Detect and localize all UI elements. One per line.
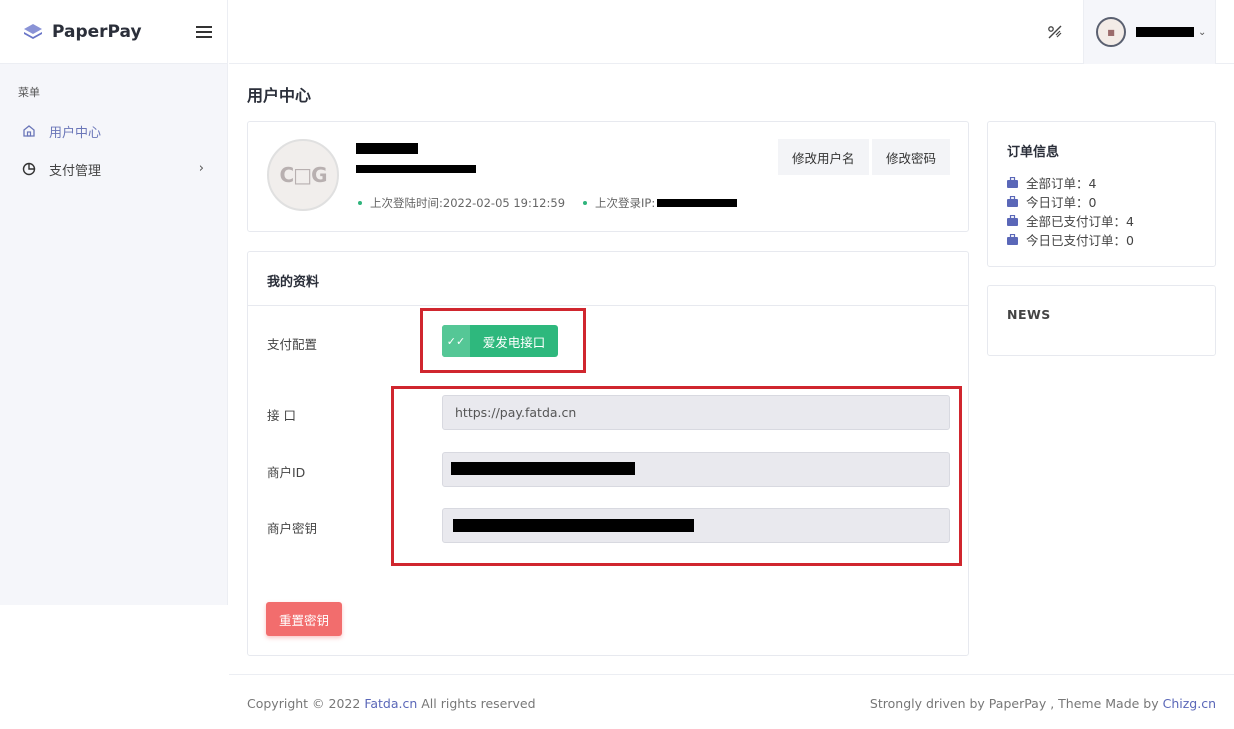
topbar: ■ ⌄: [229, 0, 1234, 64]
user-menu[interactable]: ■ ⌄: [1083, 0, 1216, 64]
sidebar-item-user-center[interactable]: 用户中心: [0, 116, 228, 146]
order-line: 全部已支付订单：4: [1007, 211, 1134, 230]
order-line-text: 今日已支付订单：0: [1026, 233, 1134, 248]
pie-chart-icon: [22, 162, 36, 176]
order-line: 全部订单：4: [1007, 173, 1096, 192]
merchant-id-label: 商户ID: [267, 465, 306, 480]
highlight-box-payment: [420, 308, 586, 373]
sidebar-item-label: 用户中心: [49, 125, 102, 141]
my-data-title: 我的资料: [248, 252, 968, 306]
order-line-text: 全部订单：4: [1026, 176, 1097, 191]
footer: Copyright © 2022 Fatda.cn All rights res…: [229, 674, 1234, 729]
profile-name-redacted: [356, 143, 418, 154]
last-login-ip: 上次登录IP:: [583, 195, 738, 211]
edit-password-button[interactable]: 修改密码: [872, 139, 951, 175]
news-title: NEWS: [1007, 307, 1051, 322]
footer-copyright: Copyright © 2022 Fatda.cn All rights res…: [247, 696, 536, 711]
chevron-right-icon: ›: [198, 161, 204, 176]
status-dot: [358, 201, 362, 205]
profile-email-redacted: [356, 165, 476, 173]
menu-toggle-icon[interactable]: [196, 26, 212, 40]
credits-prefix: Strongly driven by PaperPay , Theme Made…: [869, 696, 1163, 711]
order-line-text: 全部已支付订单：4: [1026, 214, 1134, 229]
home-icon: [23, 125, 35, 137]
news-card: NEWS: [987, 285, 1216, 356]
order-line: 今日已支付订单：0: [1007, 230, 1134, 249]
briefcase-icon: [1007, 177, 1018, 188]
order-line: 今日订单：0: [1007, 192, 1096, 211]
brand: PaperPay: [0, 0, 227, 64]
sidebar: PaperPay 菜单 用户中心 支付管理 ›: [0, 0, 228, 605]
order-info-title: 订单信息: [1007, 145, 1060, 160]
last-login-time-text: 上次登陆时间:2022-02-05 19:12:59: [370, 196, 566, 210]
briefcase-icon: [1007, 215, 1018, 226]
ip-redacted: [657, 199, 738, 207]
theme-toggle-icon[interactable]: [1045, 22, 1065, 42]
last-login-time: 上次登陆时间:2022-02-05 19:12:59: [358, 195, 565, 211]
order-line-text: 今日订单：0: [1026, 195, 1097, 210]
edit-username-button[interactable]: 修改用户名: [778, 139, 869, 175]
api-label: 接 口: [267, 408, 296, 423]
layers-logo-icon: [24, 23, 42, 39]
chevron-down-icon: ⌄: [1198, 26, 1207, 38]
profile-avatar: C□G: [267, 139, 339, 211]
copyright-prefix: Copyright © 2022: [247, 696, 365, 711]
sidebar-item-label: 支付管理: [49, 163, 102, 179]
last-login-ip-label: 上次登录IP:: [595, 196, 656, 210]
order-info-card: 订单信息 全部订单：4 今日订单：0 全部已支付订单：4 今日已支付订单：0: [987, 121, 1216, 267]
footer-credits: Strongly driven by PaperPay , Theme Made…: [870, 696, 1216, 711]
page-title: 用户中心: [247, 86, 312, 105]
status-dot: [583, 201, 587, 205]
app-name: PaperPay: [52, 21, 142, 42]
briefcase-icon: [1007, 196, 1018, 207]
reset-key-button[interactable]: 重置密钥: [266, 602, 342, 636]
copyright-suffix: All rights reserved: [417, 696, 536, 711]
avatar: ■: [1096, 17, 1126, 47]
briefcase-icon: [1007, 234, 1018, 245]
username-redacted: [1136, 27, 1194, 37]
fatda-link[interactable]: Fatda.cn: [364, 696, 417, 711]
payment-config-label: 支付配置: [267, 337, 318, 352]
highlight-box-fields: [391, 386, 962, 566]
menu-section-title: 菜单: [18, 86, 40, 99]
profile-card: C□G 修改用户名 修改密码 上次登陆时间:2022-02-05 19:12:5…: [247, 121, 969, 232]
sidebar-item-payment-management[interactable]: 支付管理 ›: [0, 154, 228, 184]
chizg-link[interactable]: Chizg.cn: [1163, 696, 1216, 711]
merchant-key-label: 商户密钥: [267, 521, 318, 536]
